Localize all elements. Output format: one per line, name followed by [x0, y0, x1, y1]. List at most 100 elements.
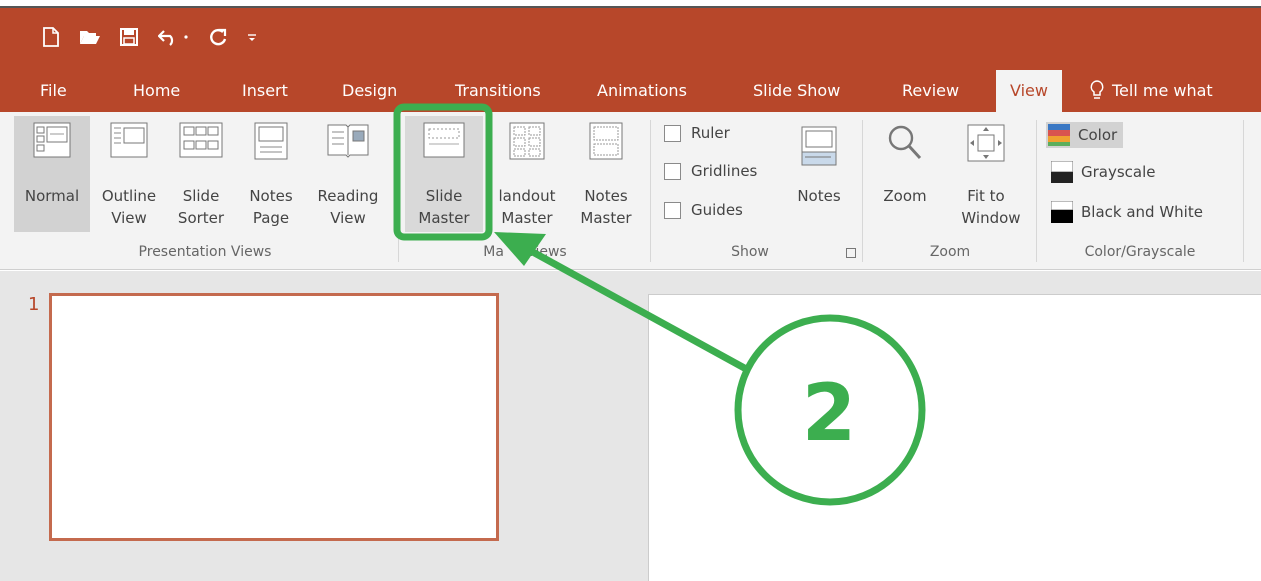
tab-design[interactable]: Design: [342, 81, 397, 100]
outline-view-icon: [110, 122, 148, 158]
color-grayscale-group-label: Color/Grayscale: [1084, 244, 1196, 260]
title-bar: [0, 8, 1261, 68]
new-file-icon[interactable]: [40, 25, 62, 49]
slide-number: 1: [28, 294, 40, 315]
group-divider: [1243, 120, 1244, 262]
black-and-white-icon: [1051, 201, 1073, 223]
presentation-views-group-label: Presentation Views: [138, 244, 272, 260]
notes-pane-label: Notes: [797, 187, 841, 205]
group-divider: [862, 120, 863, 262]
ruler-label: Ruler: [691, 124, 730, 142]
notes-master-button[interactable]: Notes Master: [570, 116, 642, 232]
color-label: Color: [1078, 126, 1118, 144]
grayscale-option[interactable]: Grayscale: [1051, 161, 1156, 183]
tab-animations[interactable]: Animations: [597, 81, 687, 100]
zoom-label: Zoom: [883, 187, 927, 205]
guides-label: Guides: [691, 201, 743, 219]
black-and-white-label: Black and White: [1081, 203, 1203, 221]
outline-view-label-2: View: [111, 209, 147, 227]
checkbox-box[interactable]: [664, 162, 681, 180]
slide-editing-area: [540, 271, 1261, 581]
tab-insert[interactable]: Insert: [242, 81, 288, 100]
notes-page-label-2: Page: [252, 209, 290, 227]
checkbox-box[interactable]: [664, 201, 681, 219]
notes-page-label-1: Notes: [249, 187, 293, 205]
normal-view-icon: [33, 122, 71, 158]
tab-review[interactable]: Review: [902, 81, 959, 100]
notes-master-label-1: Notes: [584, 187, 628, 205]
reading-view-label-1: Reading: [317, 187, 379, 205]
color-option[interactable]: Color: [1046, 122, 1124, 148]
group-divider: [398, 120, 399, 262]
notes-master-icon: [589, 122, 623, 160]
notes-page-button[interactable]: Notes Page: [238, 116, 304, 232]
normal-view-label: Normal: [24, 187, 80, 205]
zoom-group-label: Zoom: [929, 244, 971, 260]
grayscale-icon: [1051, 161, 1073, 183]
undo-dropdown-icon[interactable]: [182, 25, 190, 49]
notes-pane-icon: [801, 126, 837, 166]
group-divider: [1036, 120, 1037, 262]
reading-view-label-2: View: [330, 209, 366, 227]
outline-view-label-1: Outline: [101, 187, 157, 205]
fit-to-window-icon: [967, 124, 1005, 162]
handout-master-button[interactable]: landout Master: [488, 116, 566, 232]
slide-thumbnails-pane: 1: [0, 271, 540, 581]
slide-master-label-1: Slide: [425, 187, 463, 205]
notes-master-label-2: Master: [580, 209, 632, 227]
checkbox-box[interactable]: [664, 124, 681, 142]
fit-to-window-button[interactable]: Fit to Window: [944, 116, 1028, 232]
tell-me-label: Tell me what: [1112, 80, 1213, 100]
normal-view-button[interactable]: Normal: [14, 116, 90, 232]
slide-master-label-2: Master: [418, 209, 470, 227]
tab-file[interactable]: File: [40, 81, 67, 100]
handout-master-label-2: Master: [501, 209, 553, 227]
save-icon[interactable]: [118, 25, 140, 49]
ruler-checkbox[interactable]: Ruler: [664, 124, 730, 142]
slide-master-button[interactable]: Slide Master: [405, 116, 483, 232]
lightbulb-icon: [1090, 80, 1104, 99]
reading-view-button[interactable]: Reading View: [308, 116, 388, 232]
customize-qat-icon[interactable]: [246, 25, 258, 49]
redo-icon[interactable]: [207, 25, 229, 49]
tab-transitions[interactable]: Transitions: [455, 81, 541, 100]
group-divider: [650, 120, 651, 262]
tab-slide-show[interactable]: Slide Show: [753, 81, 840, 100]
slide-sorter-icon: [179, 122, 223, 158]
handout-master-label-1: landout: [498, 187, 556, 205]
slide-canvas[interactable]: [648, 294, 1261, 581]
zoom-button[interactable]: Zoom: [872, 116, 938, 232]
gridlines-checkbox[interactable]: Gridlines: [664, 162, 757, 180]
black-and-white-option[interactable]: Black and White: [1051, 201, 1203, 223]
color-swatch-icon: [1048, 124, 1070, 146]
top-border: [0, 0, 1261, 8]
fit-to-window-label-1: Fit to: [967, 187, 1005, 205]
reading-view-icon: [327, 124, 369, 158]
ribbon-view: Normal Outline View Slide Sorter Notes P…: [0, 112, 1261, 270]
notes-pane-button[interactable]: Notes: [788, 116, 850, 232]
gridlines-label: Gridlines: [691, 162, 758, 180]
slide-master-icon: [423, 122, 465, 158]
outline-view-button[interactable]: Outline View: [94, 116, 164, 232]
tab-home[interactable]: Home: [133, 81, 180, 100]
undo-icon[interactable]: [157, 25, 179, 49]
slide-sorter-label-1: Slide: [182, 187, 220, 205]
guides-checkbox[interactable]: Guides: [664, 201, 743, 219]
master-views-group-label: Ma Views: [483, 244, 567, 260]
slide-sorter-button[interactable]: Slide Sorter: [166, 116, 236, 232]
grayscale-label: Grayscale: [1081, 163, 1156, 181]
callout-number: 2: [801, 369, 857, 459]
magnifier-icon: [888, 125, 922, 160]
ribbon-tabs: File Home Insert Design Transitions Anim…: [0, 68, 1261, 114]
open-folder-icon[interactable]: [79, 25, 101, 49]
show-dialog-launcher-icon[interactable]: [846, 248, 856, 258]
quick-access-toolbar: [40, 25, 258, 49]
show-group-label: Show: [731, 244, 769, 260]
notes-page-icon: [254, 122, 288, 160]
handout-master-icon: [509, 122, 545, 160]
tab-view[interactable]: View: [996, 70, 1062, 114]
tell-me-box[interactable]: Tell me what: [1090, 80, 1213, 100]
slide-sorter-label-2: Sorter: [177, 209, 225, 227]
slide-thumbnail[interactable]: [49, 293, 499, 541]
fit-to-window-label-2: Window: [961, 209, 1021, 227]
